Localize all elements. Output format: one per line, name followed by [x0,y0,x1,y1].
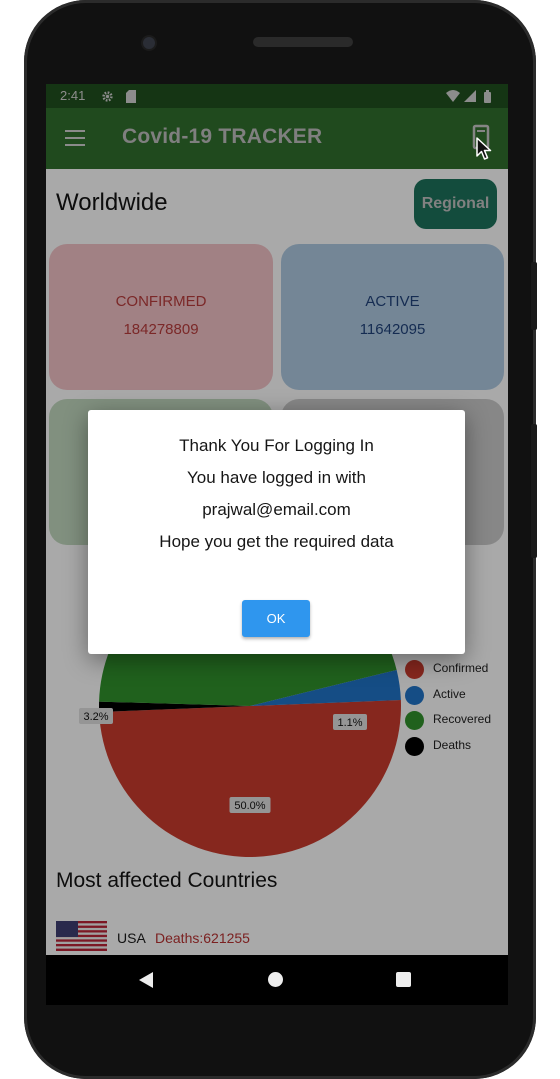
ok-button[interactable]: OK [242,600,310,637]
home-icon[interactable] [268,972,283,987]
back-icon[interactable] [139,972,153,988]
recent-apps-icon[interactable] [396,972,411,987]
earpiece-speaker [253,37,353,47]
dialog-line-1: Thank You For Logging In [179,436,374,455]
navigation-bar [46,955,508,1005]
mouse-cursor-icon [476,137,492,160]
device-screen: 2:41 Covid-19 TRACKER Worldwide Regional [46,84,508,955]
front-camera [141,35,157,51]
login-dialog: Thank You For Logging In You have logged… [88,410,465,654]
power-button [531,262,537,330]
volume-button [531,424,537,558]
dialog-line-4: Hope you get the required data [159,532,394,551]
dialog-email: prajwal@email.com [202,500,351,519]
dialog-line-2: You have logged in with [187,468,366,487]
